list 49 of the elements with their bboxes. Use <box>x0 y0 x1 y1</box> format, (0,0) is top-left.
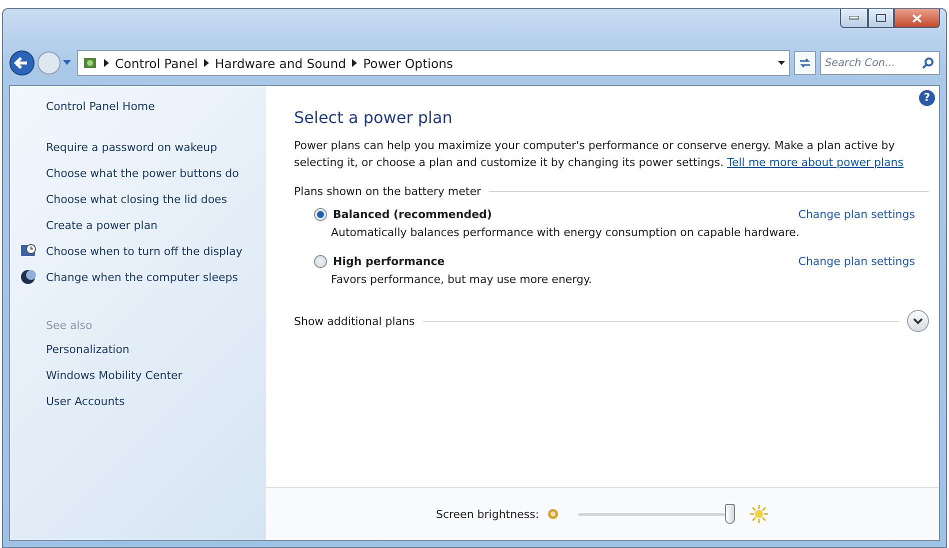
sidebar-link[interactable]: Change when the computer sleeps <box>20 269 246 286</box>
page-title: Select a power plan <box>294 108 454 127</box>
back-button[interactable] <box>9 50 35 76</box>
change-plan-settings-link[interactable]: Change plan settings <box>798 208 915 221</box>
sidebar-link[interactable]: Personalization <box>20 341 246 358</box>
sidebar-link[interactable]: Control Panel Home <box>20 98 246 115</box>
breadcrumb-item[interactable]: Hardware and Sound <box>214 56 346 70</box>
breadcrumb-arrow-icon <box>104 59 109 67</box>
breadcrumb-item[interactable]: Control Panel <box>115 56 198 70</box>
brightness-label: Screen brightness: <box>436 508 540 520</box>
intro-text: Power plans can help you maximize your computer's performance or conserve energy. Make a plan active by selecting it, or choose a plan and customize it by changing its power settings. Tell me more about power plans <box>294 138 905 171</box>
sidebar-link[interactable]: Choose what the power buttons do <box>20 165 246 182</box>
sidebar-link[interactable]: User Accounts <box>20 393 246 410</box>
expand-button[interactable] <box>907 310 929 332</box>
chevron-icon <box>913 318 923 324</box>
breadcrumb-arrow-icon <box>352 59 358 67</box>
bright-sun-icon <box>749 504 770 524</box>
search-field[interactable]: Search Con... <box>820 51 940 75</box>
plan-description: Automatically balances performance with energy consumption on capable hardware. <box>331 226 800 239</box>
sidebar-link[interactable]: Windows Mobility Center <box>20 367 246 384</box>
breadcrumb-arrow-icon <box>204 59 209 67</box>
sidebar-link[interactable]: Create a power plan <box>20 217 246 234</box>
dim-sun-icon <box>547 508 560 520</box>
refresh-button[interactable] <box>794 51 816 75</box>
minimize-button[interactable] <box>840 9 868 28</box>
slider-thumb[interactable] <box>725 504 736 524</box>
address-bar[interactable]: Control Panel Hardware and Sound Power Options <box>77 50 790 76</box>
maximize-icon <box>876 14 886 22</box>
search-icon <box>922 57 934 69</box>
plan-description: Favors performance, but may use more energy. <box>331 273 593 286</box>
dropdown-arrow-icon[interactable] <box>778 60 785 66</box>
sidebar-link[interactable]: Choose when to turn off the display <box>20 243 246 260</box>
help-link[interactable]: Tell me more about power plans <box>727 156 904 169</box>
plan-radio[interactable]: High performance <box>314 255 445 268</box>
help-button[interactable]: ? <box>919 90 935 106</box>
sidebar-link[interactable]: Require a password on wakeup <box>20 139 246 156</box>
moon-icon <box>20 269 38 285</box>
breadcrumb-item[interactable]: Power Options <box>363 56 454 70</box>
close-button[interactable] <box>894 9 940 28</box>
plan-radio[interactable]: Balanced (recommended) <box>314 208 492 221</box>
show-additional-plans-label: Show additional plans <box>294 314 415 328</box>
change-plan-settings-link[interactable]: Change plan settings <box>798 255 915 268</box>
monitor-clock-icon <box>20 243 38 259</box>
maximize-button[interactable] <box>868 9 894 28</box>
group-heading: Plans shown on the battery meter <box>294 185 482 198</box>
sidebar-link[interactable]: Choose what closing the lid does <box>20 191 246 208</box>
minimize-icon <box>849 16 859 20</box>
see-also-heading: See also <box>45 319 94 332</box>
close-icon <box>912 14 922 22</box>
